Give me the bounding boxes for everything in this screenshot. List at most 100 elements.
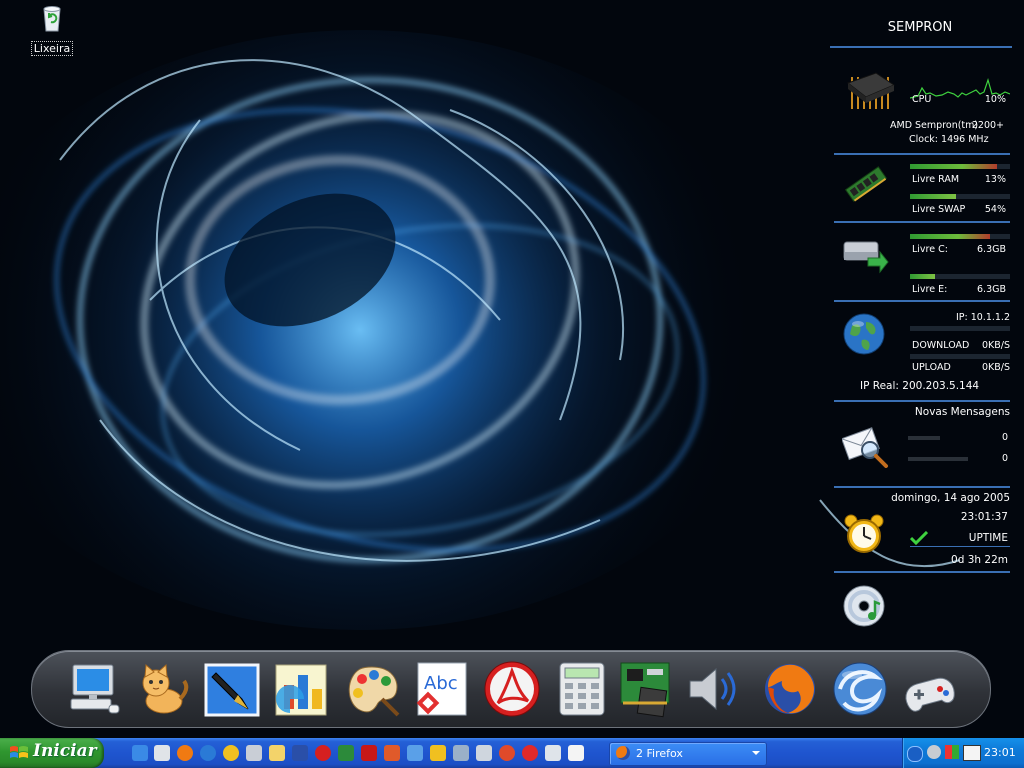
- disk-c-value: 6.3GB: [977, 244, 1006, 255]
- separator: [834, 300, 1010, 302]
- word-icon[interactable]: [292, 745, 308, 761]
- excel-icon[interactable]: [338, 745, 354, 761]
- folder-icon[interactable]: [269, 745, 285, 761]
- separator: [834, 221, 1010, 223]
- spellcheck-abc-icon: Abc: [416, 662, 467, 716]
- cursor-icon[interactable]: [568, 745, 584, 761]
- dock-cat[interactable]: [132, 659, 192, 719]
- acrobat-reader-icon: [484, 661, 540, 717]
- mail-title: Novas Mensagens: [914, 406, 1010, 418]
- dock-my-computer[interactable]: [65, 659, 125, 719]
- taskbar: Iniciar 2 Firefox 23:01: [0, 738, 1024, 768]
- image-icon[interactable]: [384, 745, 400, 761]
- mail-icon[interactable]: [154, 745, 170, 761]
- swap-value: 54%: [984, 204, 1006, 215]
- system-monitor-sidebar: SEMPRON CPU 10% AMD Sempron(tm) 2200+ Cl…: [830, 12, 1014, 632]
- flag-tray-icon[interactable]: [945, 745, 959, 759]
- opera-icon[interactable]: [315, 745, 331, 761]
- disk-e-value: 6.3GB: [977, 284, 1006, 295]
- ip-address: IP: 10.1.1.2: [955, 312, 1010, 323]
- start-button[interactable]: Iniciar: [0, 738, 104, 768]
- media-icon[interactable]: [223, 745, 239, 761]
- network-icon[interactable]: [407, 745, 423, 761]
- dock-spellcheck[interactable]: Abc: [412, 659, 472, 719]
- firefox-icon: [616, 746, 630, 760]
- network-tray-icon[interactable]: [927, 745, 941, 759]
- dock-games[interactable]: [900, 659, 960, 719]
- computer-icon[interactable]: [453, 745, 469, 761]
- alarm-clock-icon: [844, 514, 884, 553]
- taskbar-firefox-group-button[interactable]: 2 Firefox: [609, 742, 767, 766]
- firefox-icon[interactable]: [177, 745, 193, 761]
- separator: [834, 571, 1010, 573]
- download-bar: [910, 326, 1010, 331]
- cpu-model-rating: 2200+: [971, 120, 1004, 131]
- disk-e-label: Livre E:: [912, 284, 948, 295]
- windows-logo-icon: [10, 746, 28, 758]
- mail-count-2: 0: [1001, 453, 1008, 464]
- media-cd-icon[interactable]: [842, 584, 886, 628]
- disk-c-bar-fill: [910, 234, 990, 239]
- taskbar-clock[interactable]: 23:01: [984, 746, 1016, 759]
- mail-search-icon: [842, 427, 888, 468]
- dock-calculator[interactable]: [552, 659, 612, 719]
- drive-icon[interactable]: [246, 745, 262, 761]
- globe-swirl-icon: [833, 662, 887, 716]
- save-icon[interactable]: [545, 745, 561, 761]
- recycle-bin-icon: [43, 6, 61, 32]
- dock-hardware[interactable]: [617, 659, 677, 719]
- terminal-icon[interactable]: [476, 745, 492, 761]
- disk-c-bar: [910, 234, 1010, 239]
- pdf-icon[interactable]: [361, 745, 377, 761]
- dock-acrobat[interactable]: [482, 659, 542, 719]
- chevron-left-icon[interactable]: [907, 746, 923, 762]
- swap-label: Livre SWAP: [912, 204, 966, 215]
- upload-value: 0KB/S: [981, 362, 1010, 373]
- chart-icon: [275, 664, 327, 716]
- cat-icon: [142, 663, 189, 714]
- pencil-icon[interactable]: [430, 745, 446, 761]
- dock-globe[interactable]: [830, 659, 890, 719]
- ram-bar: [910, 164, 1010, 169]
- time-text: 23:01:37: [960, 511, 1008, 523]
- swap-bar-fill: [910, 194, 956, 199]
- cpu-label: CPU: [912, 94, 932, 105]
- svg-text:Abc: Abc: [424, 673, 458, 694]
- ram-value: 13%: [984, 174, 1006, 185]
- dock-chart[interactable]: [272, 659, 332, 719]
- separator: [834, 486, 1010, 488]
- upload-label: UPLOAD: [912, 362, 951, 373]
- recycle-bin[interactable]: Lixeira: [30, 3, 74, 56]
- cpu-value: 10%: [984, 94, 1006, 105]
- calculator-icon: [559, 662, 605, 716]
- hard-drive-icon: [843, 241, 889, 274]
- separator: [834, 400, 1010, 402]
- taskbar-button-label: 2 Firefox: [636, 747, 683, 760]
- dock-paint[interactable]: [342, 659, 402, 719]
- separator: [834, 153, 1010, 155]
- application-dock: Abc: [31, 650, 991, 728]
- ie-alt-icon[interactable]: [200, 745, 216, 761]
- ie-icon[interactable]: [132, 745, 148, 761]
- ip-real: IP Real: 200.203.5.144: [860, 380, 980, 392]
- system-tray: 23:01: [902, 738, 1024, 768]
- gamepad-icon: [905, 677, 955, 712]
- recycle-bin-label: Lixeira: [30, 41, 74, 56]
- dock-volume[interactable]: [684, 659, 744, 719]
- ram-module-icon: [844, 166, 888, 202]
- dock-firefox[interactable]: [760, 659, 820, 719]
- cpu-clock: Clock: 1496 MHz: [909, 134, 989, 145]
- dock-pen[interactable]: [202, 659, 262, 719]
- cpu-model: AMD Sempron(tm): [890, 120, 979, 131]
- paint-palette-icon: [348, 666, 400, 717]
- skype-icon[interactable]: [522, 745, 538, 761]
- uptime-value: 0d 3h 22m: [951, 554, 1008, 566]
- start-label: Iniciar: [33, 741, 97, 761]
- game-icon[interactable]: [499, 745, 515, 761]
- vc-tray-icon[interactable]: [963, 745, 981, 761]
- cpu-chip-icon: [846, 72, 896, 109]
- date-text: domingo, 14 ago 2005: [891, 492, 1010, 504]
- download-value: 0KB/S: [981, 340, 1010, 351]
- chevron-down-icon: [752, 751, 760, 755]
- disk-c-label: Livre C:: [912, 244, 948, 255]
